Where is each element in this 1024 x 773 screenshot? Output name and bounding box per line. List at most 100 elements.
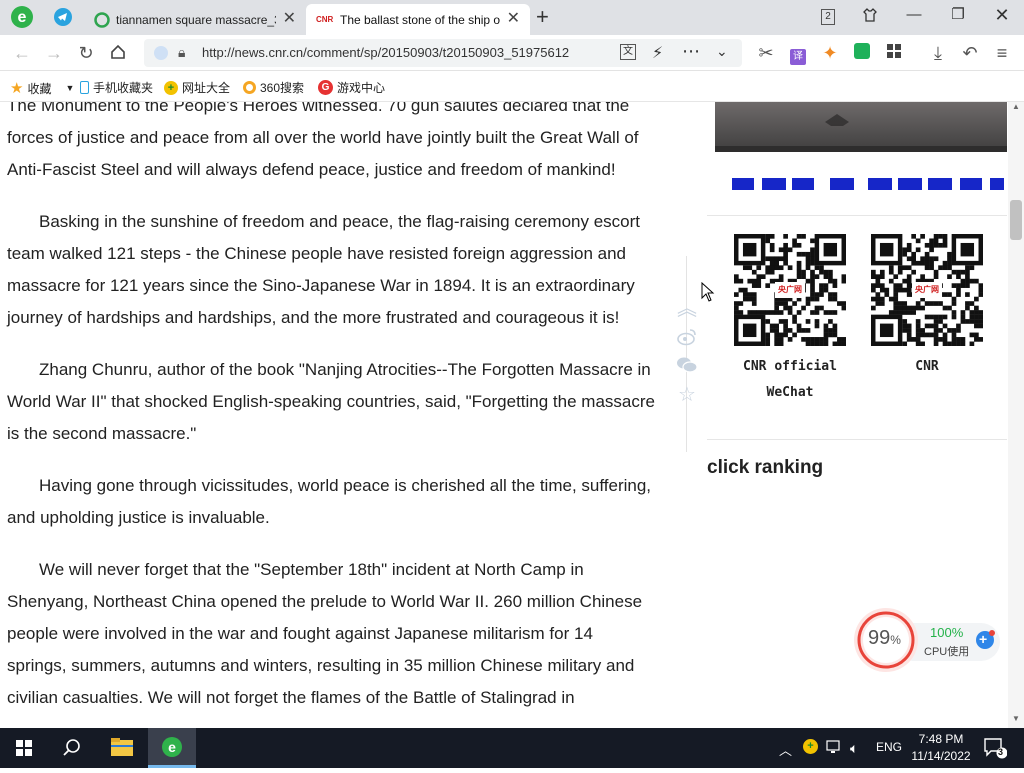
qr-caption-line: CNR official: [743, 359, 837, 374]
tray-overflow-icon[interactable]: ︿: [779, 740, 792, 759]
address-bar[interactable]: 🔒︎ http://news.cnr.cn/comment/sp/2015090…: [144, 39, 742, 67]
tab-counter-button[interactable]: 2: [814, 4, 842, 26]
apps-grid-icon[interactable]: [884, 43, 904, 63]
scroll-top-icon[interactable]: ︽: [676, 298, 698, 320]
restore-button[interactable]: ❐: [944, 4, 972, 26]
bookmark-sites[interactable]: + 网址大全: [164, 79, 230, 96]
clock-time: 7:48 PM: [918, 732, 964, 746]
minimize-button[interactable]: —: [900, 4, 928, 26]
qr-caption: CNR official WeChat: [727, 354, 853, 406]
browser-logo-icon[interactable]: e: [10, 5, 34, 29]
tab-active-article[interactable]: CNR The ballast stone of the ship o ✕: [306, 4, 530, 35]
input-language[interactable]: ENG: [876, 740, 902, 754]
notification-center-icon[interactable]: 3: [983, 737, 1008, 762]
clock-date: 11/14/2022: [911, 749, 971, 763]
cpu-score-unit: %: [890, 633, 901, 647]
new-tab-button[interactable]: +: [536, 4, 549, 30]
article-body: The Monument to the People's Heroes witn…: [7, 102, 657, 728]
tab-title: tiannamen square massacre_3: [116, 12, 276, 27]
tab-search[interactable]: tiannamen square massacre_3 ✕: [86, 4, 306, 35]
reload-icon[interactable]: ↻: [76, 43, 96, 63]
search-favicon-icon: [94, 11, 110, 28]
insecure-lock-icon[interactable]: 🔒︎: [178, 44, 185, 61]
cnr-favicon-icon: CNR: [316, 14, 334, 24]
bookmark-mobile[interactable]: 手机收藏夹: [80, 79, 153, 96]
tab-counter: 2: [821, 9, 835, 25]
divider: [707, 439, 1007, 440]
translate-icon[interactable]: 文: [620, 44, 636, 60]
bookmark-bar: ★ 收藏 ▼ 手机收藏夹 + 网址大全 360搜索 G 游戏中心: [0, 71, 1024, 102]
notification-count: 3: [998, 747, 1004, 757]
bookmark-label: 收藏: [27, 81, 52, 96]
taskbar: e ︿ + 🔈︎ ENG 7:48 PM 11/14/2022 3: [0, 728, 1024, 768]
page-content: The Monument to the People's Heroes witn…: [0, 102, 1024, 728]
game-ext-icon[interactable]: ✦: [820, 43, 840, 63]
headline-banner-cropped[interactable]: [732, 176, 1007, 190]
favorite-star-icon[interactable]: ☆: [676, 384, 698, 406]
start-button[interactable]: [0, 728, 48, 768]
more-icon[interactable]: ⋯: [682, 41, 700, 62]
site-info-icon[interactable]: [154, 46, 168, 60]
scissors-icon[interactable]: ✂: [756, 43, 776, 63]
scrollbar-thumb[interactable]: [1010, 200, 1022, 240]
home-icon[interactable]: [108, 43, 128, 63]
svg-text:e: e: [168, 739, 176, 755]
qr-logo-text: 央广网: [775, 282, 805, 298]
bookmark-favorites[interactable]: ★ 收藏 ▼: [10, 79, 74, 97]
article-paragraph: Zhang Chunru, author of the book "Nanjin…: [7, 360, 655, 443]
translate-ext-icon[interactable]: 译: [788, 43, 808, 65]
bookmark-360-search[interactable]: 360搜索: [243, 79, 304, 96]
url-text[interactable]: http://news.cnr.cn/comment/sp/20150903/t…: [202, 45, 608, 60]
svg-text:e: e: [18, 9, 27, 26]
tray-360-icon[interactable]: +: [803, 739, 818, 754]
mouse-cursor-icon: [701, 282, 715, 302]
sites-icon: +: [164, 80, 178, 95]
file-explorer-icon[interactable]: [98, 728, 146, 768]
dropdown-arrow-icon[interactable]: ▼: [65, 83, 74, 93]
qr-caption-line: WeChat: [766, 385, 814, 400]
volume-icon[interactable]: 🔈︎: [850, 740, 858, 757]
undo-icon[interactable]: ↶: [960, 43, 980, 63]
article-paragraph: The Monument to the People's Heroes witn…: [7, 102, 639, 179]
phone-icon: [80, 81, 89, 94]
shirt-skin-icon[interactable]: [856, 4, 884, 30]
wechat-icon[interactable]: [676, 356, 698, 378]
game-icon: G: [318, 80, 333, 95]
plus-icon[interactable]: +: [979, 631, 987, 647]
bookmark-label: 手机收藏夹: [93, 81, 154, 95]
network-icon[interactable]: [826, 740, 842, 757]
browser-taskbar-icon[interactable]: e: [148, 728, 196, 768]
bookmark-game[interactable]: G 游戏中心: [318, 79, 385, 96]
qr-caption-line: CNR: [915, 359, 939, 374]
search-360-icon: [243, 81, 256, 94]
search-icon[interactable]: [48, 728, 96, 768]
qr-code-wechat: 央广网: [734, 234, 847, 347]
telegram-icon[interactable]: [54, 8, 72, 26]
scroll-up-arrow-icon[interactable]: ▲: [1012, 102, 1020, 111]
bookmark-label: 网址大全: [182, 81, 231, 95]
navigation-bar: ← → ↻ 🔒︎ http://news.cnr.cn/comment/sp/2…: [0, 35, 1024, 71]
bookmark-label: 游戏中心: [337, 81, 386, 95]
scroll-down-arrow-icon[interactable]: ▼: [1012, 714, 1020, 723]
cpu-score: 99%: [868, 627, 901, 650]
share-divider: [686, 256, 687, 452]
download-icon[interactable]: ⤓: [928, 43, 948, 63]
reader-ext-icon[interactable]: [852, 43, 872, 63]
vertical-scrollbar[interactable]: ▲ ▼: [1008, 102, 1024, 728]
cpu-widget[interactable]: 99% 100% CPU使用 +: [854, 605, 1004, 675]
close-window-button[interactable]: ✕: [988, 4, 1016, 26]
lightning-icon[interactable]: ⚡︎: [652, 43, 663, 63]
divider: [707, 215, 1007, 216]
system-clock[interactable]: 7:48 PM 11/14/2022: [906, 731, 976, 765]
back-icon[interactable]: ←: [12, 43, 32, 63]
weibo-icon[interactable]: [676, 328, 698, 350]
menu-icon[interactable]: ≡: [992, 43, 1012, 63]
video-thumbnail[interactable]: [715, 102, 1007, 152]
qr-caption: CNR: [867, 354, 987, 380]
close-tab-icon[interactable]: ✕: [283, 9, 296, 29]
dropdown-chevron-icon[interactable]: ⌄: [716, 43, 728, 60]
qr-code-cnr: 央广网: [871, 234, 984, 347]
close-tab-icon[interactable]: ✕: [507, 9, 520, 29]
article-paragraph: Basking in the sunshine of freedom and p…: [7, 212, 641, 327]
forward-icon[interactable]: →: [44, 43, 64, 63]
